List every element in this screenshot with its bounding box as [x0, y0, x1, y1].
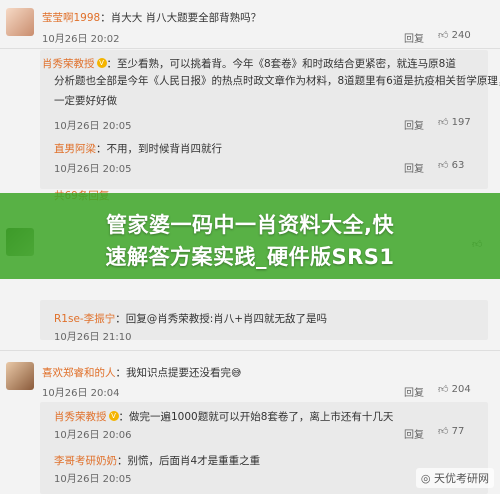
like-button[interactable]: 👍︎ 197: [438, 116, 471, 128]
reply-author[interactable]: 李哥考研奶奶: [54, 455, 117, 467]
commenter-name[interactable]: 喜欢郑睿和的人: [42, 367, 116, 379]
reply-time: 10月26日 20:05: [54, 121, 132, 132]
reply-time: 10月26日 20:05: [54, 474, 132, 485]
reply-button[interactable]: 回复: [404, 160, 424, 175]
reply-time: 10月26日 20:06: [54, 430, 132, 441]
comment-line: 喜欢郑睿和的人：我知识点提要还没看完😅︎: [42, 362, 241, 382]
reply-button[interactable]: 回复: [404, 30, 424, 45]
wechat-icon: ◎: [420, 472, 431, 485]
reply-button[interactable]: 回复: [404, 117, 424, 132]
emoji-icon: 😅︎: [231, 368, 242, 379]
verified-icon: V: [108, 410, 119, 421]
like-count: 240: [451, 30, 471, 41]
thumbs-up-icon: 👍︎: [438, 426, 449, 437]
commenter-name[interactable]: 莹莹啊1998: [42, 12, 100, 24]
comment-time: 10月26日 20:04: [42, 388, 120, 399]
reply-author[interactable]: 肖秀荣教授: [42, 58, 95, 70]
like-button[interactable]: 👍︎ 63: [438, 159, 464, 171]
reply-button[interactable]: 回复: [404, 384, 424, 399]
divider: [0, 48, 500, 49]
comment-text: 肖大大 肖八大题要全部背熟吗？: [110, 12, 262, 24]
like-button[interactable]: 👍︎ 77: [438, 425, 464, 437]
reply-text: 不用，到时候背肖四就行: [106, 143, 223, 155]
reply-author[interactable]: 肖秀荣教授: [54, 411, 107, 423]
thumbs-up-icon: 👍︎: [438, 117, 449, 128]
thumbs-up-icon: 👍︎: [438, 160, 449, 171]
like-count: 77: [451, 426, 465, 437]
banner-title-line2: 速解答方案实践_硬件版SRS1: [105, 245, 395, 269]
thumbs-up-icon: 👍︎: [438, 384, 449, 395]
overlay-banner: 管家婆一码中一肖资料大全,快 速解答方案实践_硬件版SRS1: [0, 193, 500, 279]
watermark-text: 天优考研网: [434, 472, 489, 485]
reply-text: ：别慌，后面肖4才是重重之重: [117, 455, 261, 467]
divider: [0, 350, 500, 351]
banner-title-line1: 管家婆一码中一肖资料大全,快: [106, 213, 394, 237]
colon: ：: [106, 58, 118, 70]
reply-author[interactable]: 直男阿梁: [54, 143, 96, 155]
avatar[interactable]: [6, 8, 34, 36]
comment-line: 莹莹啊1998：肖大大 肖八大题要全部背熟吗？: [42, 7, 261, 27]
like-count: 204: [451, 384, 471, 395]
reply-author-line: 肖秀荣教授 V ：至少看熟，可以挑着背。今年《8套卷》和时政结合更紧密，就连马原8道: [42, 52, 456, 74]
verified-icon: V: [96, 57, 107, 68]
like-count: 197: [451, 117, 471, 128]
reply-author-line: 李哥考研奶奶：别慌，后面肖4才是重重之重: [54, 450, 260, 470]
reply-author-line: 直男阿梁：不用，到时候背肖四就行: [54, 138, 222, 158]
colon: ：: [100, 12, 111, 24]
reply-text-line2: 分析题也全部是今年《人民日报》的热点时政文章作为材料，8道题里有6道是抗疫相关哲…: [54, 75, 500, 87]
colon: ：: [96, 143, 107, 155]
reply-text: ：做完一遍1000题就可以开始8套卷了，离上市还有十几天: [118, 411, 394, 423]
like-button[interactable]: 👍︎ 240: [438, 29, 471, 41]
reply-author-line: R1se-李振宁：回复@肖秀荣教授:肖八+肖四就无敌了是吗: [54, 308, 327, 328]
comment-time: 10月26日 20:02: [42, 34, 120, 45]
reply-button[interactable]: 回复: [404, 426, 424, 441]
reply-author[interactable]: R1se-李振宁: [54, 313, 115, 325]
like-count: 63: [451, 160, 465, 171]
reply-text-line3: 一定要好好做: [54, 95, 117, 107]
reply-time: 10月26日 20:05: [54, 164, 132, 175]
comment-text: ：我知识点提要还没看完: [115, 367, 232, 379]
reply-text: ：回复@肖秀荣教授:肖八+肖四就无敌了是吗: [115, 313, 328, 325]
weibo-comment-screenshot: 莹莹啊1998：肖大大 肖八大题要全部背熟吗？ 10月26日 20:02 回复 …: [0, 0, 500, 494]
watermark: ◎ 天优考研网: [415, 468, 494, 488]
like-button[interactable]: 👍︎ 204: [438, 383, 471, 395]
reply-text-line1: 至少看熟，可以挑着背。今年《8套卷》和时政结合更紧密，就连马原8道: [117, 58, 456, 70]
reply-author-line: 肖秀荣教授 V ：做完一遍1000题就可以开始8套卷了，离上市还有十几天: [54, 406, 393, 426]
thumbs-up-icon: 👍︎: [438, 30, 449, 41]
avatar[interactable]: [6, 362, 34, 390]
reply-time: 10月26日 21:10: [54, 332, 132, 343]
